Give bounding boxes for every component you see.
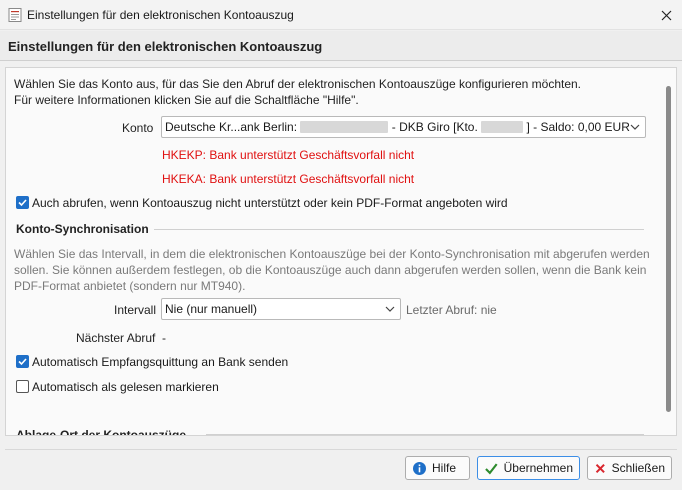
interval-select[interactable]: Nie (nur manuell) <box>161 298 401 320</box>
account-value-prefix: Deutsche Kr...ank Berlin: <box>165 120 298 134</box>
account-label: Konto <box>122 121 154 135</box>
vertical-scrollbar[interactable] <box>666 86 671 412</box>
title-bar: Einstellungen für den elektronischen Kon… <box>0 0 682 30</box>
last-fetch-text: Letzter Abruf: nie <box>406 303 497 317</box>
close-icon <box>661 10 671 20</box>
redacted-blur <box>481 121 524 133</box>
app-icon <box>8 8 22 22</box>
chevron-down-icon <box>385 306 395 312</box>
close-button[interactable]: Schließen <box>587 456 672 480</box>
auto-read-checkbox[interactable] <box>16 380 29 393</box>
next-fetch-label: Nächster Abruf <box>76 331 156 345</box>
account-value-middle: - DKB Giro [Kto. <box>391 120 478 134</box>
redacted-blur <box>300 121 389 133</box>
interval-value: Nie (nur manuell) <box>165 302 258 316</box>
account-value-suffix: ] - Saldo: 0,00 EUR <box>526 120 630 134</box>
settings-panel[interactable]: Wählen Sie das Konto aus, für das Sie de… <box>5 67 677 436</box>
auto-read-label: Automatisch als gelesen markieren <box>32 380 219 394</box>
next-fetch-value: - <box>162 331 166 345</box>
info-icon <box>413 461 426 475</box>
sync-section-title: Konto-Synchronisation <box>16 222 149 236</box>
error-hkeka: HKEKA: Bank unterstützt Geschäftsvorfall… <box>162 172 415 186</box>
close-button-label: Schließen <box>611 461 665 475</box>
dialog-header: Einstellungen für den elektronischen Kon… <box>0 31 682 61</box>
header-title: Einstellungen für den elektronischen Kon… <box>8 39 323 54</box>
checkmark-icon <box>485 462 498 475</box>
apply-button[interactable]: Übernehmen <box>477 456 580 480</box>
window-close-button[interactable] <box>650 0 682 30</box>
section-divider <box>206 434 644 435</box>
fetch-unsupported-label: Auch abrufen, wenn Kontoauszug nicht unt… <box>32 196 508 210</box>
storage-section-title: Ablage-Ort der Kontoauszüge <box>16 428 187 436</box>
checkmark-icon <box>18 199 27 207</box>
window-title: Einstellungen für den elektronischen Kon… <box>27 8 294 22</box>
interval-label: Intervall <box>114 303 157 317</box>
intro-line-1: Wählen Sie das Konto aus, für das Sie de… <box>14 77 582 91</box>
error-hkekp: HKEKP: Bank unterstützt Geschäftsvorfall… <box>162 148 415 162</box>
help-button-label: Hilfe <box>432 461 457 475</box>
auto-receipt-label: Automatisch Empfangsquittung an Bank sen… <box>32 355 289 369</box>
account-select[interactable]: Deutsche Kr...ank Berlin: - DKB Giro [Kt… <box>161 116 646 138</box>
intro-line-2: Für weitere Informationen klicken Sie au… <box>14 93 359 107</box>
sync-desc-line-2: sollen. Sie können außerdem festlegen, o… <box>14 263 647 277</box>
sync-description: Wählen Sie das Intervall, in dem die ele… <box>14 246 650 294</box>
close-icon <box>595 463 605 473</box>
help-button[interactable]: Hilfe <box>405 456 470 480</box>
sync-desc-line-1: Wählen Sie das Intervall, in dem die ele… <box>14 247 650 261</box>
footer-divider <box>5 449 677 450</box>
fetch-unsupported-checkbox[interactable] <box>16 196 29 209</box>
auto-receipt-checkbox[interactable] <box>16 355 29 368</box>
intro-text: Wählen Sie das Konto aus, für das Sie de… <box>14 76 581 108</box>
section-divider <box>154 229 644 230</box>
chevron-down-icon <box>630 124 640 130</box>
checkmark-icon <box>18 358 27 366</box>
apply-button-label: Übernehmen <box>503 461 573 475</box>
sync-desc-line-3: PDF-Format anbietet (sondern nur MT940). <box>14 279 246 293</box>
